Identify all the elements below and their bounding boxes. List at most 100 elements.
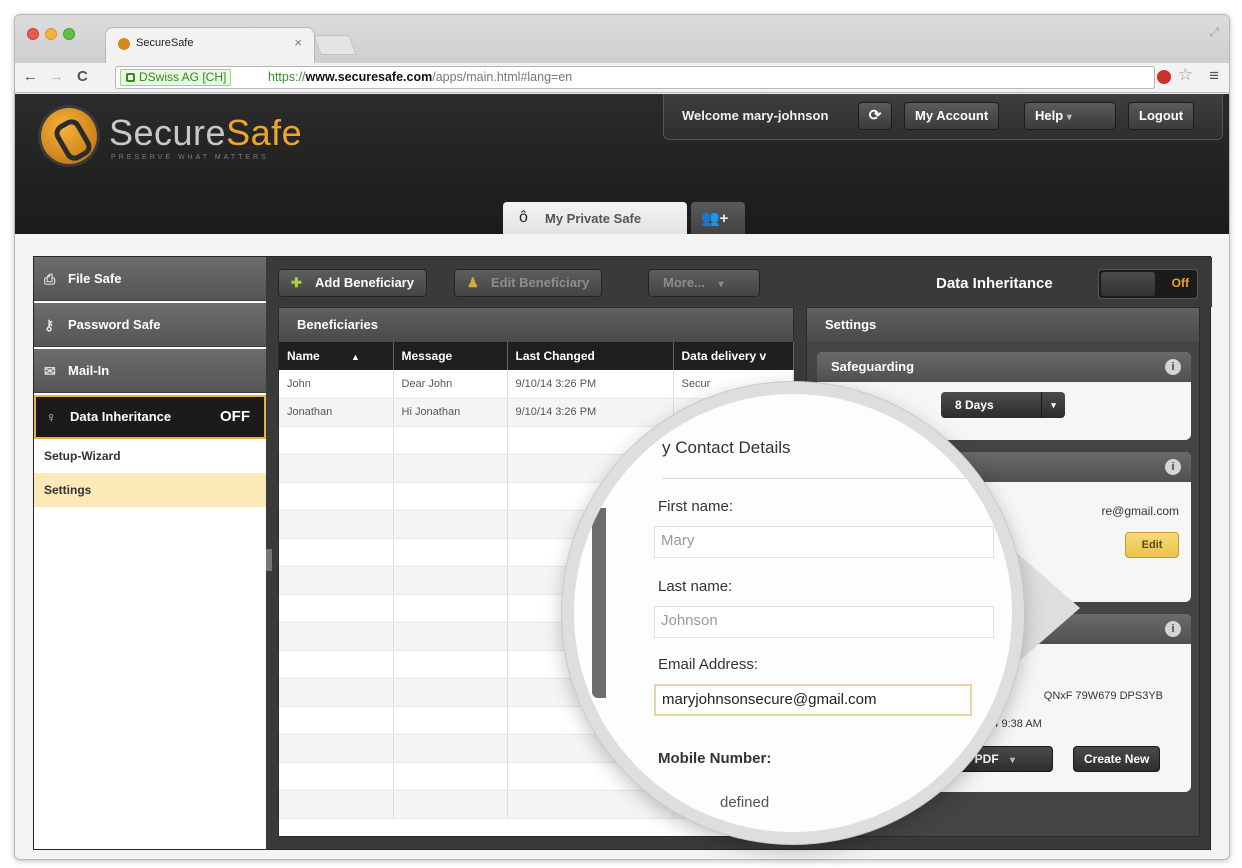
edit-beneficiary-label: Edit Beneficiary: [491, 275, 590, 290]
cell-name: John: [279, 370, 394, 399]
safeguarding-title: Safeguarding: [817, 352, 1191, 382]
panel-splitter-handle[interactable]: [266, 549, 272, 571]
sort-ascending-icon: ▲: [351, 352, 360, 362]
sidebar-item-label: Password Safe: [68, 317, 161, 332]
reload-icon[interactable]: C: [77, 68, 88, 85]
tab-label: My Private Safe: [545, 211, 642, 226]
file-icon: ⎙: [44, 271, 56, 287]
status-badge: OFF: [220, 408, 250, 425]
refresh-button[interactable]: ⟳: [858, 102, 892, 130]
info-icon[interactable]: i: [1165, 621, 1181, 637]
add-beneficiary-label: Add Beneficiary: [315, 275, 414, 290]
close-window-button[interactable]: [27, 28, 39, 40]
data-inheritance-toggle[interactable]: Off: [1098, 269, 1198, 299]
more-label: More...: [663, 275, 705, 290]
add-shared-safe-tab[interactable]: 👥+: [691, 202, 745, 236]
last-name-field[interactable]: Johnson: [654, 606, 994, 638]
lock-icon: [126, 73, 135, 82]
beneficiaries-title: Beneficiaries: [279, 308, 793, 342]
my-account-button[interactable]: My Account: [904, 102, 1000, 130]
url-path: /apps/main.html#lang=en: [432, 70, 573, 84]
tagline: PRESERVE WHAT MATTERS: [111, 154, 269, 161]
column-header-last-changed[interactable]: Last Changed: [507, 342, 674, 370]
mobile-number-label: Mobile Number:: [658, 750, 772, 767]
tab-strip: SecureSafe × ⤢: [15, 15, 1229, 63]
add-user-icon: ✚: [291, 275, 302, 290]
back-icon[interactable]: ←: [23, 68, 38, 85]
account-bar: Welcome mary-johnson ⟳ My Account Help ▾…: [663, 94, 1223, 140]
tab-title: SecureSafe: [136, 37, 194, 49]
fullscreen-icon[interactable]: ⤢: [1209, 25, 1219, 40]
info-icon[interactable]: i: [1165, 359, 1181, 375]
cell-message: Hi Jonathan: [393, 398, 508, 427]
column-header-message[interactable]: Message: [393, 342, 508, 370]
column-label: Name: [287, 349, 320, 363]
ev-certificate-badge[interactable]: DSwiss AG [CH]: [120, 69, 232, 86]
favicon-icon: [118, 38, 130, 50]
zoom-edge: [592, 508, 606, 698]
sidebar-item-password-safe[interactable]: ⚷ Password Safe: [34, 303, 266, 347]
magnifier-callout: y Contact Details First name: Mary Last …: [562, 382, 1024, 844]
logout-button[interactable]: Logout: [1128, 102, 1195, 130]
help-button[interactable]: Help ▾: [1024, 102, 1116, 130]
edit-beneficiary-button[interactable]: ♟ Edit Beneficiary: [454, 269, 603, 297]
url-text: https://www.securesafe.com/apps/main.htm…: [268, 67, 572, 88]
sidebar-item-file-safe[interactable]: ⎙ File Safe: [34, 257, 266, 301]
safe-lock-icon: ô: [519, 209, 528, 226]
browser-tab[interactable]: SecureSafe ×: [105, 27, 315, 63]
chevron-down-icon: ▾: [1041, 392, 1065, 418]
cell-message: Dear John: [393, 370, 508, 399]
zoom-window-button[interactable]: [63, 28, 75, 40]
email-value: re@gmail.com: [1101, 504, 1179, 518]
table-header-row: Name ▲ Message Last Changed Data deliver…: [279, 342, 794, 370]
help-label: Help: [1035, 108, 1064, 123]
bookmark-star-icon[interactable]: ☆: [1178, 65, 1193, 85]
sidebar-item-settings[interactable]: Settings: [34, 473, 266, 507]
create-new-button[interactable]: Create New: [1073, 746, 1161, 772]
sidebar-item-mail-in[interactable]: ✉ Mail-In: [34, 349, 266, 393]
sidebar-item-label: Mail-In: [68, 363, 110, 378]
sidebar-item-label: File Safe: [68, 271, 122, 286]
edit-user-icon: ♟: [467, 275, 479, 290]
edit-contact-button[interactable]: Edit: [1125, 532, 1179, 558]
sidebar-item-label: Data Inheritance: [70, 409, 172, 424]
column-header-name[interactable]: Name ▲: [279, 342, 394, 370]
tab-close-icon[interactable]: ×: [294, 35, 302, 50]
browser-toolbar: ← → C DSwiss AG [CH] https://www.secures…: [15, 63, 1229, 93]
sidebar-item-data-inheritance[interactable]: ♀ Data Inheritance OFF: [34, 395, 266, 439]
add-group-icon: 👥+: [701, 210, 729, 227]
new-tab-button[interactable]: [313, 35, 357, 55]
info-icon[interactable]: i: [1165, 459, 1181, 475]
browser-menu-icon[interactable]: ≡: [1209, 66, 1219, 86]
chevron-down-icon: ▾: [718, 279, 724, 290]
column-header-data-delivery[interactable]: Data delivery v: [673, 342, 794, 370]
action-bar: ✚ Add Beneficiary ♟ Edit Beneficiary Mor…: [266, 257, 1212, 307]
last-name-label: Last name:: [658, 578, 733, 595]
first-name-field[interactable]: Mary: [654, 526, 994, 558]
address-bar[interactable]: DSwiss AG [CH] https://www.securesafe.co…: [115, 66, 1155, 89]
settings-title: Settings: [807, 308, 1199, 342]
sidebar: ⎙ File Safe ⚷ Password Safe ✉ Mail-In ♀ …: [34, 257, 266, 849]
key-hole-icon: ♀: [46, 409, 57, 425]
forward-icon[interactable]: →: [49, 68, 64, 85]
extension-icon[interactable]: [1157, 70, 1171, 84]
data-inheritance-label: Data Inheritance: [936, 275, 1053, 292]
ev-badge-text: DSwiss AG [CH]: [139, 70, 227, 84]
logo-part-2: Safe: [226, 112, 303, 153]
url-domain: www.securesafe.com: [305, 70, 433, 84]
tab-my-private-safe[interactable]: ô My Private Safe: [503, 202, 687, 236]
logo-part-1: Secure: [109, 112, 227, 153]
mail-icon: ✉: [44, 363, 56, 379]
securesafe-logo-icon: [41, 108, 97, 164]
add-beneficiary-button[interactable]: ✚ Add Beneficiary: [278, 269, 427, 297]
welcome-text: Welcome mary-johnson: [682, 108, 829, 123]
divider: [662, 478, 982, 479]
sidebar-item-setup-wizard[interactable]: Setup-Wizard: [34, 439, 266, 473]
logo-text: SecureSafe: [109, 112, 302, 154]
chevron-down-icon: ▾: [1066, 112, 1072, 123]
more-button[interactable]: More... ▾: [648, 269, 760, 297]
minimize-window-button[interactable]: [45, 28, 57, 40]
email-field[interactable]: maryjohnsonsecure@gmail.com: [654, 684, 972, 716]
cell-name: Jonathan: [279, 398, 394, 427]
toggle-knob: [1101, 272, 1155, 296]
